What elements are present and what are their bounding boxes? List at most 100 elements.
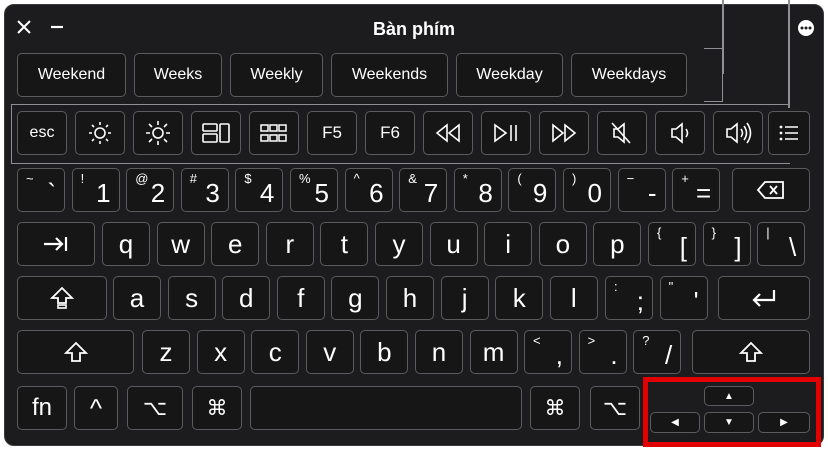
key-num-0[interactable]: ~ ` [17, 168, 65, 212]
list-key[interactable] [768, 111, 810, 155]
key-num-7[interactable]: & 7 [399, 168, 448, 212]
key-n[interactable]: n [415, 330, 463, 374]
key-num-5[interactable]: % 5 [290, 168, 338, 212]
key-num-12[interactable]: + = [672, 168, 721, 212]
arrow-keys-highlight [643, 377, 821, 447]
suggestion-0[interactable]: Weekend [17, 53, 126, 97]
control-key[interactable]: ^ [74, 386, 118, 430]
right-option-key[interactable]: ⌥ [590, 386, 640, 430]
fast-forward-icon [549, 122, 579, 144]
ellipsis-circle-icon[interactable] [797, 19, 815, 37]
key-num-1[interactable]: ! 1 [71, 168, 120, 212]
key-label: ] [734, 232, 742, 262]
key-punct2-0[interactable]: <, [524, 330, 572, 374]
key-k[interactable]: k [495, 276, 544, 320]
mute-key[interactable] [597, 111, 647, 155]
key-num-8[interactable]: * 8 [453, 168, 502, 212]
f6-key[interactable]: F6 [365, 111, 415, 155]
key-t[interactable]: t [320, 222, 369, 266]
return-key[interactable] [718, 276, 810, 320]
key-num-9[interactable]: (9 [508, 168, 557, 212]
right-command-key[interactable]: ⌘ [530, 386, 580, 430]
suggestion-3[interactable]: Weekends [331, 53, 448, 97]
key-h[interactable]: h [386, 276, 434, 320]
key-label: z [159, 336, 173, 367]
key-l[interactable]: l [549, 276, 598, 320]
key-num-4[interactable]: $4 [235, 168, 284, 212]
key-i[interactable]: i [484, 222, 533, 266]
key-w[interactable]: w [156, 222, 205, 266]
brightness-down-key[interactable] [75, 111, 125, 155]
left-option-key[interactable]: ⌥ [127, 386, 183, 430]
key-g[interactable]: g [331, 276, 380, 320]
key-v[interactable]: v [305, 330, 354, 374]
mission-control-key[interactable] [191, 111, 241, 155]
shift-symbol: : [614, 279, 618, 294]
key-j[interactable]: j [440, 276, 489, 320]
key-bracket-0[interactable]: {[ [648, 222, 696, 266]
speaker-low-icon [665, 120, 695, 146]
key-z[interactable]: z [142, 330, 190, 374]
suggestion-2[interactable]: Weekly [230, 53, 323, 97]
play-pause-key[interactable] [481, 111, 531, 155]
rewind-key[interactable] [423, 111, 473, 155]
fn-key[interactable]: fn [17, 386, 67, 430]
tab-key[interactable] [17, 222, 95, 266]
suggestion-1[interactable]: Weeks [134, 53, 222, 97]
fast-forward-key[interactable] [539, 111, 589, 155]
caps-lock-key[interactable] [17, 276, 107, 320]
key-punct-1[interactable]: " ' [659, 276, 708, 320]
key-b[interactable]: b [360, 330, 409, 374]
key-num-11[interactable]: − - [617, 168, 666, 212]
key-label: a [129, 282, 145, 313]
key-s[interactable]: s [167, 276, 216, 320]
key-x[interactable]: x [196, 330, 245, 374]
key-num-6[interactable]: ^ 6 [344, 168, 393, 212]
key-m[interactable]: m [469, 330, 518, 374]
key-d[interactable]: d [222, 276, 271, 320]
space-bar[interactable] [250, 386, 522, 430]
option-icon: ⌥ [142, 396, 168, 420]
suggestion-4[interactable]: Weekday [456, 53, 563, 97]
left-shift-key[interactable] [17, 330, 134, 374]
key-label: w [171, 228, 190, 259]
key-label: k [512, 282, 526, 313]
key-f[interactable]: f [276, 276, 325, 320]
key-label: , [555, 340, 563, 370]
key-punct2-2[interactable]: ? / [633, 330, 682, 374]
suggestion-label: Weekends [351, 66, 428, 83]
key-r[interactable]: r [265, 222, 314, 266]
key-a[interactable]: a [113, 276, 161, 320]
key-bracket-1[interactable]: }] [702, 222, 751, 266]
mission-control-icon [201, 122, 231, 144]
left-command-key[interactable]: ⌘ [192, 386, 242, 430]
key-label: x [214, 336, 228, 367]
volume-down-key[interactable] [655, 111, 705, 155]
key-punct-0[interactable]: :; [605, 276, 653, 320]
shift-symbol: | [766, 225, 770, 240]
suggestion-label: Weekday [476, 66, 543, 83]
brightness-up-key[interactable] [133, 111, 183, 155]
key-o[interactable]: o [538, 222, 587, 266]
f5-key[interactable]: F5 [307, 111, 357, 155]
key-num-2[interactable]: @2 [126, 168, 175, 212]
launchpad-key[interactable] [249, 111, 299, 155]
key-e[interactable]: e [211, 222, 260, 266]
f5-label: F5 [322, 123, 342, 142]
key-y[interactable]: y [375, 222, 423, 266]
key-bracket-2[interactable]: | \ [757, 222, 806, 266]
volume-up-key[interactable] [713, 111, 763, 155]
rewind-icon [433, 122, 463, 144]
key-num-10[interactable]: ) 0 [563, 168, 611, 212]
key-u[interactable]: u [429, 222, 478, 266]
right-shift-key[interactable] [692, 330, 810, 374]
delete-key[interactable] [732, 168, 810, 212]
key-num-3[interactable]: #3 [180, 168, 229, 212]
key-punct2-1[interactable]: >. [578, 330, 627, 374]
shift-symbol: % [299, 171, 311, 186]
key-p[interactable]: p [593, 222, 642, 266]
esc-key[interactable]: esc [17, 111, 67, 155]
suggestion-5[interactable]: Weekdays [571, 53, 687, 97]
key-c[interactable]: c [251, 330, 300, 374]
key-q[interactable]: q [102, 222, 150, 266]
